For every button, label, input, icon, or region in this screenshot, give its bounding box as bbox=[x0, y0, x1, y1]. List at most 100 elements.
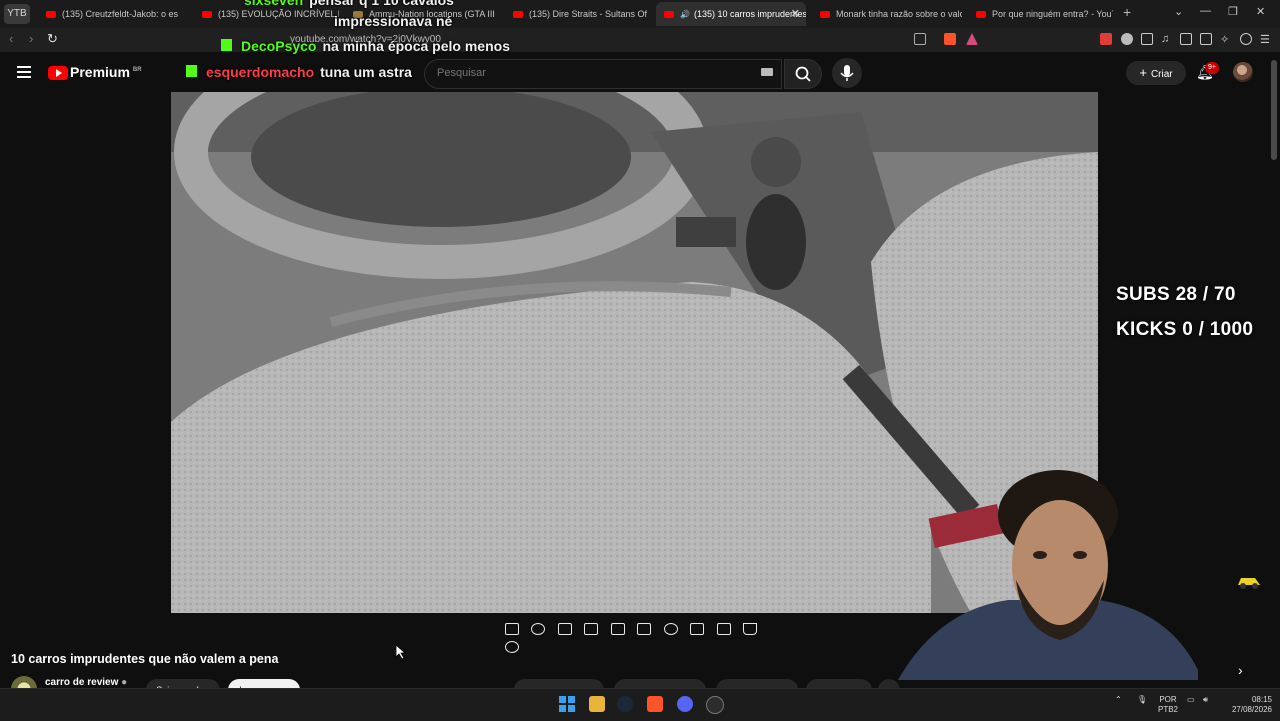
chevron-right-icon[interactable]: › bbox=[1238, 662, 1243, 678]
chat-text: tuna um astra bbox=[320, 64, 412, 80]
media-controls-icon[interactable]: ♫ bbox=[1161, 33, 1173, 45]
tab-title: Monark tinha razão sobre o valor bbox=[836, 9, 962, 19]
language-code: POR bbox=[1159, 695, 1177, 704]
tab-title: (135) Creutzfeldt-Jakob: o estranho bbox=[62, 9, 178, 19]
kick-logo-icon bbox=[221, 39, 232, 51]
clock[interactable]: 08:15 27/08/2026 bbox=[1222, 695, 1272, 715]
new-tab-icon[interactable]: + bbox=[1123, 4, 1131, 20]
page-scrollbar[interactable] bbox=[1271, 60, 1277, 160]
youtube-favicon-icon bbox=[46, 11, 56, 19]
extensions-puzzle-icon[interactable] bbox=[1141, 33, 1153, 45]
volume-icon[interactable]: 🔊︎ bbox=[1203, 695, 1208, 705]
player-extension-toolbar bbox=[501, 619, 769, 653]
network-icon[interactable]: ▭ bbox=[1187, 695, 1195, 705]
youtube-favicon-icon bbox=[664, 11, 674, 19]
youtube-logo-icon[interactable] bbox=[48, 66, 68, 80]
vpn-icon[interactable] bbox=[1240, 33, 1252, 45]
clock-date: 27/08/2026 bbox=[1231, 705, 1272, 714]
chat-message: esquerdomacho tuna um astra bbox=[186, 64, 412, 80]
microphone-tray-icon[interactable]: 🎙︎ bbox=[1137, 695, 1147, 705]
youtube-favicon-icon bbox=[820, 11, 830, 19]
search-button[interactable] bbox=[784, 59, 822, 89]
chat-username: esquerdomacho bbox=[206, 64, 315, 80]
settings-gear-icon[interactable] bbox=[505, 641, 519, 653]
screenshot-icon[interactable] bbox=[716, 623, 731, 635]
chat-username: DecoPsyco bbox=[241, 38, 317, 54]
flask-icon[interactable] bbox=[743, 623, 758, 635]
subs-counter: SUBS 28 / 70 bbox=[1116, 284, 1236, 305]
youtube-favicon-icon bbox=[976, 11, 986, 19]
browser-tab[interactable]: (135) Creutzfeldt-Jakob: o estranho bbox=[38, 2, 178, 26]
minimize-icon[interactable]: — bbox=[1200, 5, 1211, 17]
reload-icon[interactable]: ↻ bbox=[47, 31, 58, 47]
kicks-counter: KICKS 0 / 1000 bbox=[1116, 319, 1254, 340]
streamer-face-image bbox=[898, 470, 1198, 680]
browser-tab[interactable]: Monark tinha razão sobre o valor bbox=[812, 2, 962, 26]
show-hidden-icons-icon[interactable]: ⌃ bbox=[1115, 695, 1122, 705]
speaker-icon[interactable]: 🔊 bbox=[680, 10, 690, 19]
chat-text: na minha época pelo menos bbox=[322, 38, 510, 54]
browser-toolbar bbox=[0, 28, 1280, 52]
windows-taskbar bbox=[0, 688, 1280, 721]
close-window-icon[interactable]: ✕ bbox=[1256, 5, 1265, 18]
tab-title: (135) 10 carros imprudentes bbox=[693, 9, 806, 19]
discord-icon[interactable] bbox=[677, 696, 693, 712]
channel-name-text: carro de review bbox=[45, 677, 119, 688]
voice-search-button[interactable] bbox=[832, 58, 862, 88]
ytb-pinned-tab[interactable]: YTB bbox=[4, 4, 30, 24]
chat-message: DecoPsyco na minha época pelo menos bbox=[221, 38, 510, 54]
search-input[interactable] bbox=[435, 66, 759, 80]
back-icon[interactable]: ‹ bbox=[9, 31, 13, 46]
tab-title: (135) Dire Straits - Sultans Of Swing bbox=[529, 9, 650, 19]
steam-icon[interactable] bbox=[617, 696, 633, 712]
leo-ai-icon[interactable]: ✧ bbox=[1220, 33, 1232, 46]
cinema-icon[interactable] bbox=[584, 623, 599, 635]
app-icon[interactable] bbox=[706, 696, 724, 714]
picture-in-picture-icon[interactable] bbox=[610, 623, 625, 635]
search-box[interactable] bbox=[424, 59, 782, 89]
tab-list-icon[interactable]: ⌄ bbox=[1174, 5, 1183, 18]
speed-icon[interactable] bbox=[663, 623, 678, 635]
chat-message: impressionava né bbox=[334, 13, 452, 29]
extension-icon[interactable] bbox=[1121, 33, 1133, 45]
notifications-badge: 9+ bbox=[1205, 62, 1219, 74]
kick-logo-icon bbox=[186, 65, 197, 77]
account-avatar[interactable] bbox=[1233, 62, 1253, 82]
tab-title: Por que ninguém entra? - YouTube bbox=[992, 9, 1113, 19]
channel-name[interactable]: carro de review ● bbox=[45, 677, 127, 688]
windows-start-icon[interactable] bbox=[559, 696, 575, 712]
mouse-cursor-icon bbox=[395, 644, 407, 664]
forward-icon[interactable]: › bbox=[29, 31, 33, 46]
guide-menu-icon[interactable] bbox=[17, 66, 31, 78]
create-button[interactable]: + Criar bbox=[1126, 61, 1186, 85]
add-icon[interactable] bbox=[690, 623, 705, 635]
watch-icon[interactable] bbox=[557, 623, 572, 635]
brave-shields-icon[interactable] bbox=[944, 33, 956, 45]
tab-title: (135) EVOLUÇÃO INCRÍVEL DO GTA bbox=[218, 9, 339, 19]
plus-icon: + bbox=[1139, 65, 1147, 80]
loop-icon[interactable] bbox=[505, 623, 519, 635]
extension-icon[interactable] bbox=[1100, 33, 1112, 45]
brave-browser-icon[interactable] bbox=[647, 696, 663, 712]
chat-text: impressionava né bbox=[334, 13, 453, 29]
browser-tab[interactable]: Por que ninguém entra? - YouTube bbox=[968, 2, 1113, 26]
wallet-icon[interactable] bbox=[1200, 33, 1212, 45]
theater-icon[interactable] bbox=[637, 623, 652, 635]
browser-tab-active[interactable]: 🔊 (135) 10 carros imprudentes ✕ bbox=[656, 2, 806, 26]
maximize-icon[interactable]: ❐ bbox=[1228, 5, 1238, 18]
browser-tab[interactable]: (135) Dire Straits - Sultans Of Swing bbox=[505, 2, 650, 26]
keyboard-icon[interactable] bbox=[761, 68, 773, 76]
sidebar-icon[interactable] bbox=[1180, 33, 1192, 45]
file-explorer-icon[interactable] bbox=[589, 696, 605, 712]
menu-icon[interactable]: ☰ bbox=[1260, 33, 1272, 46]
brand-label: Premium bbox=[70, 64, 130, 80]
brand-region: BR bbox=[132, 67, 142, 74]
audio-icon[interactable] bbox=[531, 623, 546, 635]
youtube-brand[interactable]: Premium BR bbox=[70, 64, 142, 80]
streamer-webcam bbox=[898, 470, 1198, 680]
language-indicator[interactable]: POR PTB2 bbox=[1157, 695, 1179, 715]
chat-username: sixseven bbox=[244, 0, 304, 8]
close-tab-icon[interactable]: ✕ bbox=[791, 2, 800, 26]
video-title: 10 carros imprudentes que não valem a pe… bbox=[11, 652, 279, 666]
cast-icon[interactable] bbox=[914, 33, 926, 45]
